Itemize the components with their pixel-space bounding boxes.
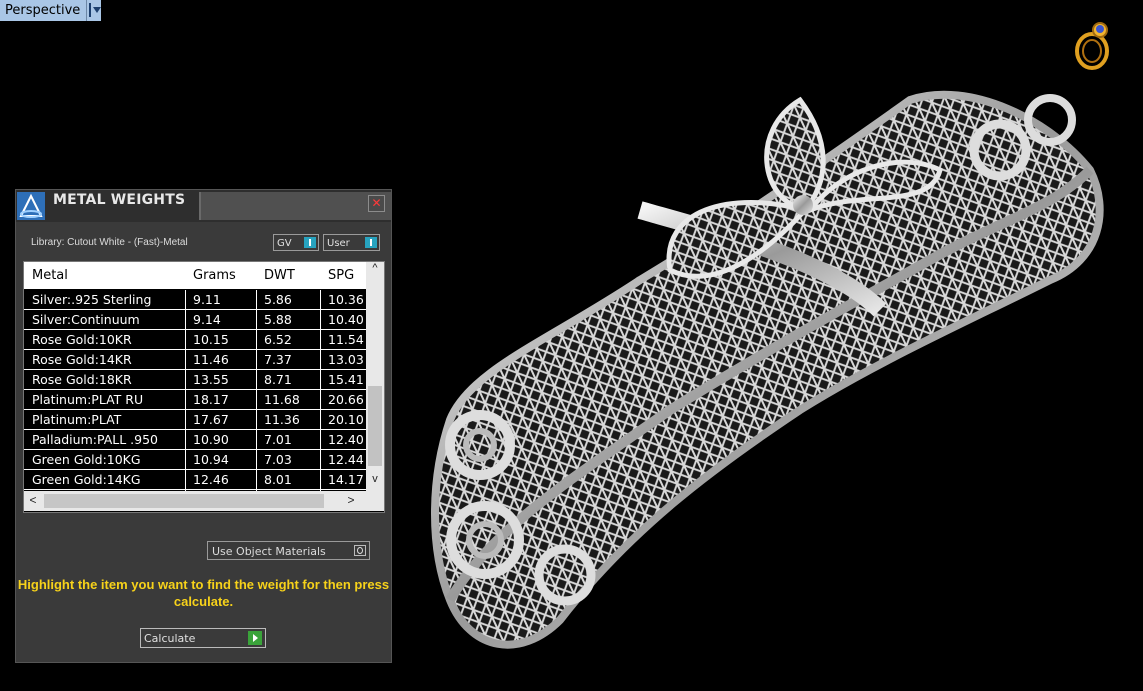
table-cell: 10.15	[193, 332, 229, 347]
table-cell: 8.71	[264, 372, 292, 387]
table-cell: 11.36	[264, 412, 300, 427]
title-tab-area	[199, 192, 391, 220]
table-cell: 20.66	[328, 392, 364, 407]
column-header-dwt[interactable]: DWT	[264, 268, 295, 283]
table-cell: 13.55	[193, 372, 229, 387]
table-cell: 8.01	[264, 472, 292, 487]
metal-table[interactable]: Metal Grams DWT SPG Green Gold:18KG13.98…	[23, 261, 385, 513]
table-cell: 10.36	[328, 292, 364, 307]
table-cell: 12.46	[193, 472, 229, 487]
horizontal-scroll-thumb[interactable]	[44, 494, 324, 508]
matrix-logo-icon	[17, 192, 45, 220]
filigree-bracelet-model	[431, 90, 1104, 649]
scroll-up-icon[interactable]: ^	[368, 262, 382, 278]
table-cell: 9.11	[193, 292, 221, 307]
table-cell: 6.52	[264, 332, 292, 347]
table-cell: Rose Gold:18KR	[32, 372, 132, 387]
table-cell: 10.40	[328, 312, 364, 327]
table-cell: 5.88	[264, 312, 292, 327]
column-header-grams[interactable]: Grams	[193, 268, 236, 283]
scroll-right-icon[interactable]: >	[344, 493, 358, 509]
table-cell: 12.44	[328, 452, 364, 467]
table-cell: Green Gold:14KG	[32, 472, 141, 487]
table-cell: 17.67	[193, 412, 229, 427]
table-cell: 5.86	[264, 292, 292, 307]
vertical-scroll-thumb[interactable]	[368, 386, 382, 466]
table-cell: Silver:Continuum	[32, 312, 140, 327]
gv-toggle-label: GV	[277, 238, 292, 249]
calculate-button[interactable]: Calculate	[140, 628, 266, 648]
table-cell: 7.01	[264, 432, 292, 447]
table-cell: Rose Gold:10KR	[32, 332, 132, 347]
calculate-label: Calculate	[144, 632, 196, 645]
use-object-materials-label: Use Object Materials	[212, 545, 326, 558]
table-cell: 12.40	[328, 432, 364, 447]
gv-toggle[interactable]: GV	[273, 234, 319, 251]
table-cell: Platinum:PLAT RU	[32, 392, 144, 407]
table-cell: 15.41	[328, 372, 364, 387]
table-row[interactable]: Green Gold:14KG 12.46 8.01 14.17	[24, 470, 366, 490]
table-row[interactable]: Platinum:PLAT 17.67 11.36 20.10	[24, 410, 366, 430]
table-cell: Green Gold:10KG	[32, 452, 141, 467]
table-cell: 18.17	[193, 392, 229, 407]
table-cell: 11.46	[193, 352, 229, 367]
viewport-tab[interactable]: Perspective	[0, 0, 102, 21]
play-icon	[248, 631, 262, 645]
table-cell: Palladium:PALL .950	[32, 432, 158, 447]
user-toggle[interactable]: User	[323, 234, 380, 251]
column-divider	[256, 290, 257, 491]
panel-title-bar[interactable]: METAL WEIGHTS ✕	[16, 190, 391, 222]
table-row[interactable]: Palladium:PALL .950 10.90 7.01 12.40	[24, 430, 366, 450]
viewport-label[interactable]: Perspective	[0, 0, 87, 21]
table-cell: Platinum:PLAT	[32, 412, 122, 427]
column-divider	[185, 290, 186, 491]
table-cell: 13.03	[328, 352, 364, 367]
table-row[interactable]: Rose Gold:14KR 11.46 7.37 13.03	[24, 350, 366, 370]
column-header-metal[interactable]: Metal	[32, 268, 68, 283]
viewport-menu-arrow-icon[interactable]	[86, 0, 102, 21]
scroll-left-icon[interactable]: <	[26, 493, 40, 509]
scroll-down-icon[interactable]: v	[368, 473, 382, 489]
table-cell: Rose Gold:14KR	[32, 352, 132, 367]
instruction-text: Highlight the item you want to find the …	[17, 577, 390, 609]
library-label: Library: Cutout White - (Fast)-Metal	[31, 237, 188, 248]
horizontal-scrollbar[interactable]: < >	[24, 491, 366, 511]
table-row[interactable]: Silver:Continuum 9.14 5.88 10.40	[24, 310, 366, 330]
table-cell: 7.03	[264, 452, 292, 467]
table-header: Metal Grams DWT SPG	[24, 262, 366, 289]
scroll-corner	[366, 491, 384, 511]
table-cell: 7.37	[264, 352, 292, 367]
table-cell: 14.17	[328, 472, 364, 487]
panel-title: METAL WEIGHTS	[53, 192, 186, 208]
user-toggle-label: User	[327, 238, 350, 249]
close-icon[interactable]: ✕	[368, 195, 385, 212]
table-row[interactable]: Rose Gold:10KR 10.15 6.52 11.54	[24, 330, 366, 350]
metal-weights-panel: METAL WEIGHTS ✕ Library: Cutout White - …	[15, 189, 392, 663]
user-switch-icon	[365, 237, 377, 248]
column-divider	[320, 290, 321, 491]
radio-icon[interactable]	[354, 545, 366, 556]
use-object-materials-toggle[interactable]: Use Object Materials	[207, 541, 370, 560]
gv-switch-icon	[304, 237, 316, 248]
table-cell: 10.94	[193, 452, 229, 467]
vertical-scrollbar[interactable]: ^ v	[366, 262, 384, 491]
table-cell: 9.14	[193, 312, 221, 327]
table-cell: 20.10	[328, 412, 364, 427]
table-cell: 11.68	[264, 392, 300, 407]
table-cell: 11.54	[328, 332, 364, 347]
table-row[interactable]: Rose Gold:18KR 13.55 8.71 15.41	[24, 370, 366, 390]
column-header-spg[interactable]: SPG	[328, 268, 354, 283]
table-body: Green Gold:18KG13.988.9915.90Green Gold:…	[24, 290, 366, 491]
table-row[interactable]: Silver:.925 Sterling 9.11 5.86 10.36	[24, 290, 366, 310]
table-row[interactable]: Green Gold:10KG 10.94 7.03 12.44	[24, 450, 366, 470]
table-cell: 10.90	[193, 432, 229, 447]
table-cell: Silver:.925 Sterling	[32, 292, 152, 307]
table-row[interactable]: Platinum:PLAT RU 18.17 11.68 20.66	[24, 390, 366, 410]
